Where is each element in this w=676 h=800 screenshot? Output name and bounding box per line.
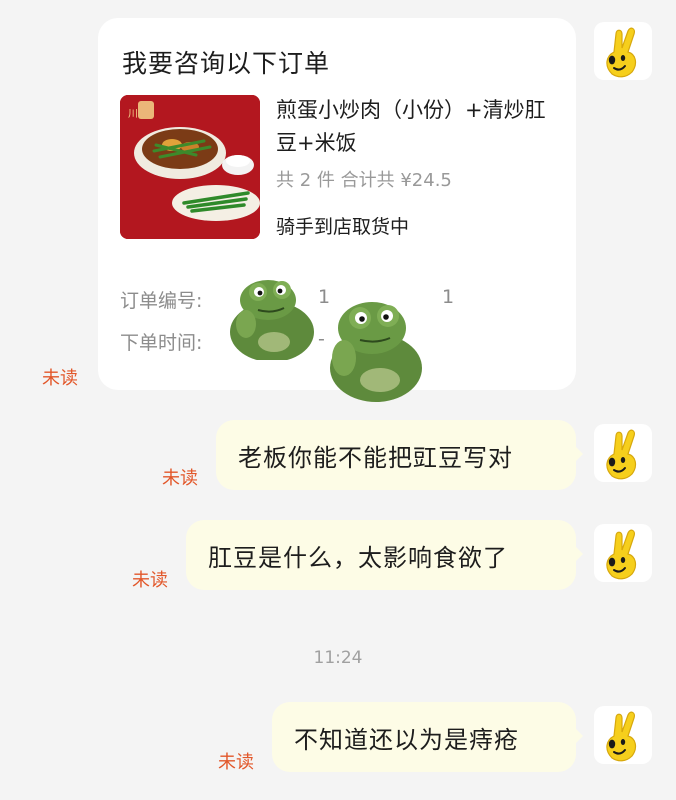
- order-time-label: 下单时间:: [120, 332, 203, 354]
- order-card-title: 我要咨询以下订单: [122, 49, 331, 78]
- peace-hand-icon: [606, 529, 637, 580]
- message-bubble[interactable]: 不知道还以为是痔疮: [272, 702, 583, 772]
- peace-hand-icon: [606, 27, 637, 78]
- message-text: 肛豆是什么，太影响食欲了: [208, 543, 508, 572]
- thumbnail-brand-mark: 川: [128, 109, 138, 120]
- food-thumbnail[interactable]: 川: [120, 95, 260, 239]
- order-number-label: 订单编号:: [120, 290, 203, 312]
- avatar[interactable]: [594, 706, 652, 764]
- food-dish-image: 川: [120, 95, 260, 239]
- product-name: 煎蛋小炒肉（小份）+清炒肛豆+米饭: [276, 98, 546, 155]
- message-bubble[interactable]: 老板你能不能把豇豆写对: [216, 420, 583, 490]
- thinking-frog-icon: [330, 302, 422, 402]
- avatar[interactable]: [594, 524, 652, 582]
- order-number-value: 1: [442, 286, 455, 308]
- unread-label: 未读: [162, 468, 198, 489]
- order-summary: 共 2 件 合计共 ¥24.5: [276, 170, 452, 191]
- frog-sticker: [320, 292, 428, 402]
- message-bubble[interactable]: 肛豆是什么，太影响食欲了: [186, 520, 583, 590]
- unread-label: 未读: [132, 570, 168, 591]
- peace-hand-icon: [606, 711, 637, 762]
- chat-timestamp: 11:24: [313, 648, 363, 668]
- message-text: 不知道还以为是痔疮: [294, 725, 519, 754]
- message-text: 老板你能不能把豇豆写对: [238, 443, 513, 472]
- avatar[interactable]: [594, 424, 652, 482]
- frog-sticker: [224, 272, 320, 360]
- peace-hand-icon: [606, 429, 637, 480]
- thinking-frog-icon: [230, 280, 314, 360]
- unread-label: 未读: [42, 368, 78, 389]
- unread-label: 未读: [218, 752, 254, 773]
- order-status: 骑手到店取货中: [276, 216, 410, 238]
- avatar[interactable]: [594, 22, 652, 80]
